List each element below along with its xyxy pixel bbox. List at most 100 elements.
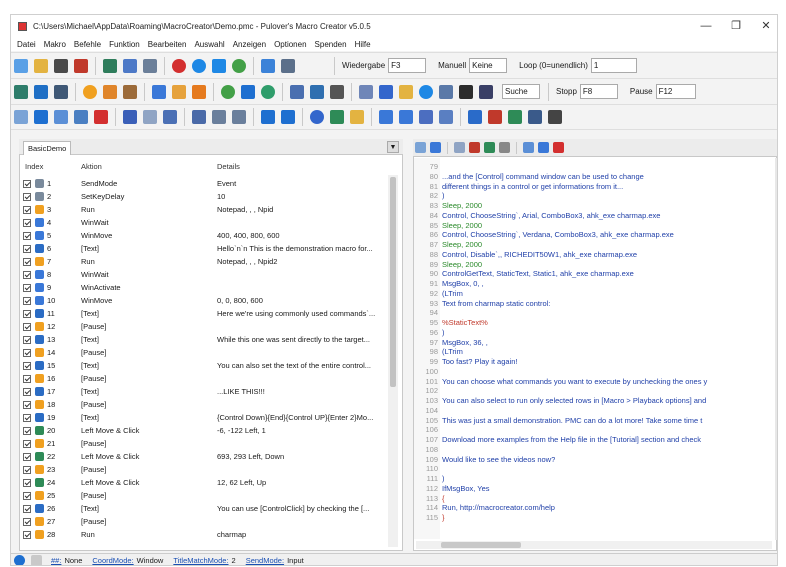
tree-icon[interactable] [528, 110, 542, 124]
row-checkbox[interactable] [23, 479, 31, 487]
row-checkbox[interactable] [23, 401, 31, 409]
table-row[interactable]: 27 [Pause] [21, 515, 381, 528]
console-icon[interactable] [459, 84, 473, 99]
table-row[interactable]: 3 Run Notepad, , , Npid [21, 203, 381, 216]
table-row[interactable]: 26 [Text] You can use [ControlClick] by ch… [21, 502, 381, 515]
row-checkbox[interactable] [23, 518, 31, 526]
undo-icon[interactable] [261, 110, 275, 124]
pause-hotkey-field[interactable]: F12 [655, 84, 696, 99]
table-row[interactable]: 21 [Pause] [21, 437, 381, 450]
macro-list-scroll-thumb[interactable] [390, 177, 396, 387]
record-icon[interactable] [172, 58, 186, 73]
row-checkbox[interactable] [23, 219, 31, 227]
table-row[interactable]: 1 SendMode Event [21, 177, 381, 190]
font-icon[interactable] [523, 142, 534, 153]
export-code-icon[interactable] [538, 142, 549, 153]
row-checkbox[interactable] [23, 466, 31, 474]
swap-icon[interactable] [430, 142, 441, 153]
pilcrow-icon[interactable] [469, 142, 480, 153]
stopp-hotkey-field[interactable]: F8 [579, 84, 618, 99]
table-row[interactable]: 4 WinWait [21, 216, 381, 229]
row-checkbox[interactable] [23, 414, 31, 422]
save-as-icon[interactable] [74, 58, 88, 73]
table-row[interactable]: 24 Left Move & Click 12, 62 Left, Up [21, 476, 381, 489]
row-checkbox[interactable] [23, 427, 31, 435]
branch-icon[interactable] [290, 84, 304, 99]
code-vertical-scrollbar[interactable] [775, 158, 777, 540]
row-checkbox[interactable] [23, 180, 31, 188]
table-icon[interactable] [508, 110, 522, 124]
copy-icon[interactable] [54, 110, 68, 124]
coordmode-label[interactable]: CoordMode: [92, 556, 133, 565]
text-icon[interactable] [34, 84, 48, 99]
paste-icon[interactable] [74, 110, 88, 124]
table-row[interactable]: 23 [Pause] [21, 463, 381, 476]
copy-code-icon[interactable] [415, 142, 426, 153]
cut-icon[interactable] [34, 110, 48, 124]
edit-icon[interactable] [14, 110, 28, 124]
invert-icon[interactable] [439, 110, 453, 124]
header-details[interactable]: Details [217, 162, 240, 171]
table-row[interactable]: 15 [Text] You can also set the text of the… [21, 359, 381, 372]
table-row[interactable]: 16 [Pause] [21, 372, 381, 385]
menu-befehle[interactable]: Befehle [74, 40, 101, 49]
settings-gear-icon[interactable] [143, 58, 157, 73]
row-checkbox[interactable] [23, 531, 31, 539]
titlematchmode-label[interactable]: TitleMatchMode: [173, 556, 228, 565]
list-icon[interactable] [192, 110, 206, 124]
info-icon[interactable] [14, 555, 25, 565]
run-gear-icon[interactable] [192, 84, 206, 99]
export-icon[interactable] [103, 58, 117, 73]
loop-count-field[interactable]: 1 [590, 58, 637, 73]
code-horizontal-scroll-thumb[interactable] [441, 542, 521, 548]
filter-icon[interactable] [454, 142, 465, 153]
row-checkbox[interactable] [23, 362, 31, 370]
move-down-icon[interactable] [232, 110, 246, 124]
message-icon[interactable] [103, 84, 117, 99]
menu-auswahl[interactable]: Auswahl [194, 40, 224, 49]
delete-icon[interactable] [94, 110, 108, 124]
pause-icon[interactable] [83, 84, 97, 99]
move-up-icon[interactable] [212, 110, 226, 124]
find-icon[interactable] [310, 110, 324, 124]
menu-spenden[interactable]: Spenden [315, 40, 347, 49]
disable-icon[interactable] [399, 110, 413, 124]
browser-icon[interactable] [419, 84, 433, 99]
play-step-icon[interactable] [212, 58, 226, 73]
table-row[interactable]: 11 [Text] Here we're using commonly used c… [21, 307, 381, 320]
email-icon[interactable] [359, 84, 373, 99]
play-icon[interactable] [192, 58, 206, 73]
note-icon[interactable] [31, 555, 42, 565]
row-checkbox[interactable] [23, 323, 31, 331]
menu-optionen[interactable]: Optionen [274, 40, 306, 49]
header-action[interactable]: Aktion [81, 162, 102, 171]
table-row[interactable]: 12 [Pause] [21, 320, 381, 333]
table-row[interactable]: 2 SetKeyDelay 10 [21, 190, 381, 203]
table-row[interactable]: 18 [Pause] [21, 398, 381, 411]
timer-icon[interactable] [232, 58, 246, 73]
color-icon[interactable] [350, 110, 364, 124]
image-search-icon[interactable] [172, 84, 186, 99]
if-icon[interactable] [221, 84, 235, 99]
row-checkbox[interactable] [23, 336, 31, 344]
folder-icon[interactable] [399, 84, 413, 99]
table-row[interactable]: 13 [Text] While this one was sent directly… [21, 333, 381, 346]
mouse-icon[interactable] [14, 84, 28, 99]
table-row[interactable]: 5 WinMove 400, 400, 800, 600 [21, 229, 381, 242]
menu-bearbeiten[interactable]: Bearbeiten [148, 40, 187, 49]
highlight-icon[interactable] [484, 142, 495, 153]
table-row[interactable]: 10 WinMove 0, 0, 800, 600 [21, 294, 381, 307]
window-mode-icon[interactable] [261, 58, 275, 73]
row-checkbox[interactable] [23, 193, 31, 201]
preview-icon[interactable] [123, 58, 137, 73]
tab-dropdown-button[interactable]: ▼ [387, 141, 399, 153]
code-editor[interactable]: 79 80 ...and the [Control] command window … [414, 162, 775, 542]
row-checkbox[interactable] [23, 375, 31, 383]
hash-label[interactable]: ##: [51, 556, 61, 565]
save-icon[interactable] [54, 58, 68, 73]
tab-basicdemo[interactable]: BasicDemo [23, 141, 72, 155]
table-row[interactable]: 28 Run charmap [21, 528, 381, 541]
row-checkbox[interactable] [23, 505, 31, 513]
menu-hilfe[interactable]: Hilfe [355, 40, 371, 49]
close-preview-icon[interactable] [553, 142, 564, 153]
